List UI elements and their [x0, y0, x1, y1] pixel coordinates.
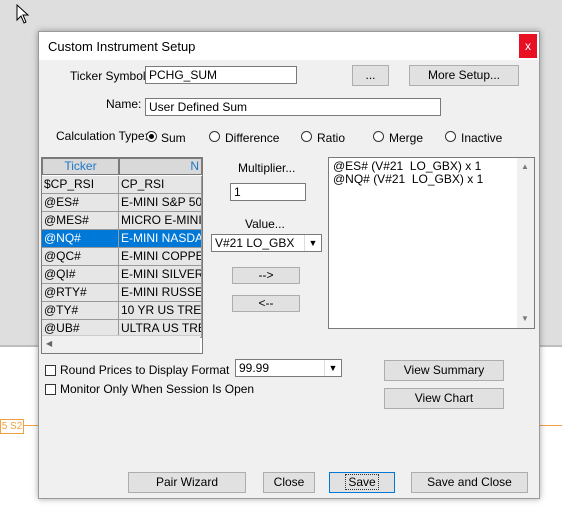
name-cell[interactable]: E-MINI RUSSELL ... [119, 284, 202, 302]
round-prices-checkbox[interactable] [45, 365, 56, 376]
remove-component-button[interactable]: <-- [232, 295, 300, 312]
calc-merge-radio[interactable] [373, 131, 384, 142]
name-cell[interactable]: MICRO E-MINI S... [119, 212, 202, 230]
table-row[interactable]: @TY#10 YR US TREASU... [42, 302, 202, 320]
name-cell[interactable]: CP_RSI [119, 176, 202, 194]
ticker-cell[interactable]: @MES# [42, 212, 119, 230]
calc-ratio-radio[interactable] [301, 131, 312, 142]
scroll-down-icon[interactable]: ▼ [521, 314, 529, 323]
pair-wizard-button[interactable]: Pair Wizard [128, 472, 246, 493]
browse-button[interactable]: ... [352, 65, 389, 86]
table-row[interactable]: @MES#MICRO E-MINI S... [42, 212, 202, 230]
name-cell[interactable]: E-MINI COPPER ... [119, 248, 202, 266]
vertical-scrollbar[interactable]: ▲ ▼ [517, 158, 534, 328]
table-row[interactable]: $CP_RSI CP_RSI [42, 176, 202, 194]
save-button-label: Save [345, 474, 379, 490]
round-prices-label: Round Prices to Display Format [60, 363, 230, 377]
calc-ratio-label: Ratio [317, 131, 346, 145]
ticker-symbol-label: Ticker Symbol: [70, 69, 149, 83]
name-cell[interactable]: 10 YR US TREASU... [119, 302, 202, 320]
custom-instrument-dialog: Custom Instrument Setup x Ticker Symbol:… [38, 31, 540, 499]
display-format-text: 99.99 [239, 361, 270, 375]
horizontal-scrollbar[interactable]: ◀ [42, 335, 200, 353]
value-label: Value... [245, 217, 285, 231]
dialog-title: Custom Instrument Setup [48, 39, 196, 54]
name-cell[interactable]: E-MINI SILVER JU... [119, 266, 202, 284]
components-listbox[interactable]: @ES# (V#21 LO_GBX) x 1 @NQ# (V#21 LO_GBX… [328, 157, 535, 329]
table-row[interactable]: @RTY#E-MINI RUSSELL ... [42, 284, 202, 302]
ticker-symbol-input[interactable]: PCHG_SUM [145, 66, 297, 84]
calc-inactive-radio[interactable] [445, 131, 456, 142]
monitor-session-label: Monitor Only When Session Is Open [60, 382, 255, 396]
view-chart-button[interactable]: View Chart [384, 388, 504, 409]
price-tag: 5 S2 [0, 419, 24, 434]
calc-sum-label: Sum [161, 131, 186, 145]
display-format-select[interactable]: 99.99 ▼ [235, 359, 342, 377]
multiplier-label: Multiplier... [238, 161, 296, 175]
column-header-name[interactable]: N [119, 158, 202, 175]
view-summary-button[interactable]: View Summary [384, 360, 504, 381]
chevron-down-icon[interactable]: ▼ [324, 360, 341, 376]
calc-difference-label: Difference [225, 131, 280, 145]
calc-sum-radio[interactable] [146, 131, 157, 142]
table-row[interactable]: @QC#E-MINI COPPER ... [42, 248, 202, 266]
column-header-ticker[interactable]: Ticker [42, 158, 119, 175]
calc-difference-radio[interactable] [209, 131, 220, 142]
name-input[interactable]: User Defined Sum [145, 98, 441, 116]
calc-merge-label: Merge [389, 131, 424, 145]
scroll-up-icon[interactable]: ▲ [521, 162, 529, 171]
add-component-button[interactable]: --> [232, 267, 300, 284]
ticker-cell[interactable]: @RTY# [42, 284, 119, 302]
calc-inactive-label: Inactive [461, 131, 503, 145]
instrument-grid[interactable]: Ticker N $CP_RSICP_RSI@ES#E-MINI S&P 500… [41, 157, 203, 354]
table-row[interactable]: @QI#E-MINI SILVER JU... [42, 266, 202, 284]
save-button[interactable]: Save [329, 472, 395, 493]
ticker-cell[interactable]: $CP_RSI [42, 176, 119, 194]
calculation-type-label: Calculation Type: [56, 129, 148, 143]
scroll-left-icon[interactable]: ◀ [46, 339, 52, 348]
price-line [538, 425, 562, 426]
title-bar: Custom Instrument Setup x [39, 32, 539, 60]
price-line [23, 425, 38, 426]
more-setup-button[interactable]: More Setup... [409, 65, 519, 86]
component-item[interactable]: @NQ# (V#21 LO_GBX) x 1 [333, 173, 483, 186]
save-and-close-button[interactable]: Save and Close [411, 472, 528, 493]
name-cell[interactable]: E-MINI NASDAQ ... [119, 230, 202, 248]
chevron-down-icon[interactable]: ▼ [304, 235, 321, 251]
mouse-pointer-icon [16, 4, 30, 24]
ticker-cell[interactable]: @NQ# [42, 230, 119, 248]
ticker-cell[interactable]: @TY# [42, 302, 119, 320]
ticker-cell[interactable]: @ES# [42, 194, 119, 212]
ticker-cell[interactable]: @QI# [42, 266, 119, 284]
close-window-button[interactable]: x [519, 34, 537, 58]
name-cell[interactable]: E-MINI S&P 500 ... [119, 194, 202, 212]
name-label: Name: [106, 97, 142, 111]
ticker-cell[interactable]: @QC# [42, 248, 119, 266]
close-button[interactable]: Close [263, 472, 315, 493]
value-select[interactable]: V#21 LO_GBX ▼ [211, 234, 322, 252]
table-row[interactable]: @ES#E-MINI S&P 500 ... [42, 194, 202, 212]
monitor-session-checkbox[interactable] [45, 384, 56, 395]
multiplier-input[interactable]: 1 [230, 183, 306, 201]
value-select-text: V#21 LO_GBX [215, 236, 295, 250]
table-row[interactable]: @NQ#E-MINI NASDAQ ... [42, 230, 202, 248]
grid-header: Ticker N [42, 158, 202, 176]
